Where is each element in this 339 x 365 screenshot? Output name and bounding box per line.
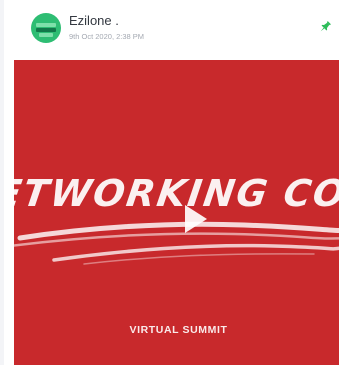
pin-icon[interactable]	[318, 20, 332, 34]
post-header: Ezilone . 9th Oct 2020, 2:38 PM	[4, 0, 339, 54]
video-thumbnail[interactable]: ETWORKING CONTE VIRTUAL SUMMIT	[14, 60, 339, 365]
video-caption: VIRTUAL SUMMIT	[129, 324, 228, 336]
post-card: Ezilone . 9th Oct 2020, 2:38 PM ETWORKIN…	[4, 0, 339, 365]
play-icon[interactable]	[173, 199, 213, 239]
logo-stripe	[36, 28, 56, 32]
avatar[interactable]	[31, 13, 61, 43]
post-timestamp: 9th Oct 2020, 2:38 PM	[69, 32, 145, 41]
author-name[interactable]: Ezilone .	[69, 13, 119, 29]
logo-stripe	[36, 23, 56, 27]
logo-stripe	[39, 33, 53, 37]
